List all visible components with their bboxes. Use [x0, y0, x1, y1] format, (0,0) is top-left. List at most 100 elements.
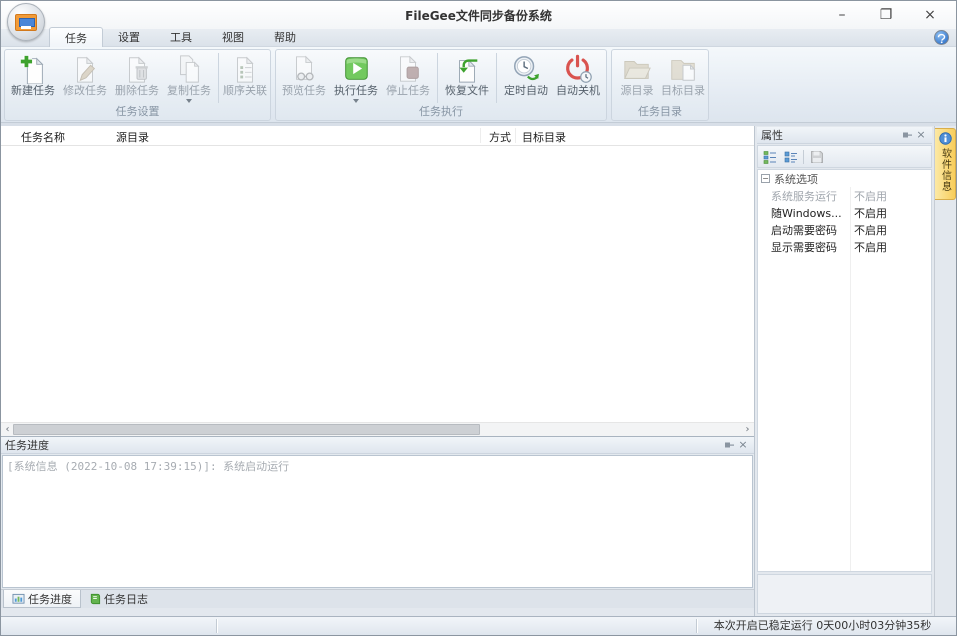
ribbon-tab-row: 任务 设置 工具 视图 帮助 — [1, 29, 956, 47]
uptime-status: 本次开启已稳定运行 0天00小时03分钟35秒 — [701, 617, 944, 635]
run-task-button[interactable]: 执行任务 — [330, 51, 382, 105]
tab-task-progress[interactable]: 任务进度 — [3, 590, 81, 608]
close-button[interactable]: × — [908, 1, 952, 29]
software-info-tab[interactable]: 软件信息 — [935, 128, 956, 200]
bottom-tab-bar: 任务进度 任务日志 — [1, 589, 754, 608]
property-name: 随Windows... — [771, 205, 850, 221]
preview-task-label: 预览任务 — [282, 84, 326, 97]
task-progress-header: 任务进度 × — [1, 437, 754, 454]
tab-help[interactable]: 帮助 — [259, 27, 311, 46]
left-column: 任务名称 源目录 方式 目标目录 ‹ › 任务进度 — [1, 126, 754, 616]
tree-group-label: 系统选项 — [774, 171, 818, 187]
statusbar-separator — [696, 619, 697, 633]
schedule-auto-label: 定时自动 — [504, 84, 548, 97]
scrollbar-thumb[interactable] — [13, 424, 480, 435]
target-dir-button[interactable]: 目标目录 — [660, 51, 706, 105]
maximize-button[interactable]: ❐ — [864, 1, 908, 29]
properties-toolbar — [757, 145, 932, 168]
app-logo-icon — [15, 14, 37, 31]
tab-task[interactable]: 任务 — [49, 27, 103, 47]
scroll-right-icon[interactable]: › — [741, 423, 754, 436]
close-panel-icon[interactable]: × — [736, 439, 750, 452]
ribbon-group-task-execution: 预览任务 执行任务 停止任务 — [275, 49, 607, 121]
run-task-dropdown-icon[interactable] — [353, 99, 359, 103]
sequence-link-button[interactable]: 顺序关联 — [222, 51, 268, 105]
ribbon-group-label: 任务执行 — [276, 105, 606, 120]
column-source-dir[interactable]: 源目录 — [116, 129, 149, 145]
property-value[interactable]: 不启用 — [850, 239, 887, 255]
ribbon-separator — [496, 53, 497, 103]
preview-task-button[interactable]: 预览任务 — [278, 51, 330, 105]
run-task-icon — [340, 54, 372, 84]
delete-task-icon — [121, 54, 153, 84]
log-line: [系统信息 (2022-10-08 17:39:15)]: 系统启动运行 — [7, 458, 748, 474]
restore-file-icon — [451, 54, 483, 84]
auto-shutdown-icon — [562, 54, 594, 84]
property-row-system-service[interactable]: 系统服务运行 不启用 — [758, 187, 931, 204]
app-menu-orb[interactable] — [7, 3, 45, 41]
right-tab-strip: 软件信息 — [934, 126, 956, 616]
new-task-button[interactable]: 新建任务 — [7, 51, 59, 105]
statusbar-separator — [216, 619, 217, 633]
source-dir-label: 源目录 — [621, 84, 654, 97]
pin-icon[interactable] — [722, 439, 736, 452]
tab-view[interactable]: 视图 — [207, 27, 259, 46]
ribbon-separator — [218, 53, 219, 103]
edit-task-icon — [69, 54, 101, 84]
task-progress-log[interactable]: [系统信息 (2022-10-08 17:39:15)]: 系统启动运行 — [2, 455, 753, 588]
column-separator[interactable] — [515, 128, 516, 143]
task-list-body[interactable] — [1, 146, 754, 422]
source-dir-folder-icon — [621, 54, 653, 84]
column-task-name[interactable]: 任务名称 — [21, 129, 65, 145]
property-value[interactable]: 不启用 — [850, 205, 887, 221]
sequence-link-icon — [229, 54, 261, 84]
close-panel-icon[interactable]: × — [914, 129, 928, 142]
pin-icon[interactable] — [900, 129, 914, 142]
tab-tools[interactable]: 工具 — [155, 27, 207, 46]
delete-task-button[interactable]: 删除任务 — [111, 51, 163, 105]
properties-description-box — [757, 574, 932, 614]
property-name: 启动需要密码 — [771, 222, 850, 238]
copy-task-dropdown-icon[interactable] — [186, 99, 192, 103]
column-separator[interactable] — [480, 128, 481, 143]
restore-file-label: 恢复文件 — [445, 84, 489, 97]
ribbon-separator — [437, 53, 438, 103]
source-dir-button[interactable]: 源目录 — [614, 51, 660, 105]
auto-shutdown-label: 自动关机 — [556, 84, 600, 97]
save-icon[interactable] — [808, 148, 825, 165]
restore-file-button[interactable]: 恢复文件 — [441, 51, 493, 105]
property-row-startup-password[interactable]: 启动需要密码 不启用 — [758, 221, 931, 238]
property-row-show-password[interactable]: 显示需要密码 不启用 — [758, 238, 931, 255]
tree-column-divider[interactable] — [850, 187, 851, 571]
modify-task-label: 修改任务 — [63, 84, 107, 97]
properties-title: 属性 — [761, 127, 783, 143]
new-task-label: 新建任务 — [11, 84, 55, 97]
column-target-dir[interactable]: 目标目录 — [522, 129, 566, 145]
log-book-icon — [89, 593, 101, 605]
property-value[interactable]: 不启用 — [850, 222, 887, 238]
column-method[interactable]: 方式 — [489, 129, 511, 145]
copy-task-button[interactable]: 复制任务 — [163, 51, 215, 105]
schedule-auto-button[interactable]: 定时自动 — [500, 51, 552, 105]
sequence-link-label: 顺序关联 — [223, 84, 267, 97]
properties-tree: − 系统选项 系统服务运行 不启用 随Windows... 不启用 启动需要密码… — [757, 169, 932, 572]
property-value[interactable]: 不启用 — [850, 188, 887, 204]
property-name: 显示需要密码 — [771, 239, 850, 255]
progress-chart-icon — [12, 593, 25, 605]
modify-task-button[interactable]: 修改任务 — [59, 51, 111, 105]
alphabetical-view-icon[interactable] — [782, 148, 799, 165]
copy-task-icon — [173, 54, 205, 84]
auto-shutdown-button[interactable]: 自动关机 — [552, 51, 604, 105]
help-icon[interactable] — [934, 30, 949, 45]
ribbon-group-label: 任务目录 — [612, 105, 708, 120]
tab-task-progress-label: 任务进度 — [28, 591, 72, 607]
tree-group-system-options[interactable]: − 系统选项 — [758, 170, 931, 187]
tab-task-log[interactable]: 任务日志 — [81, 590, 156, 608]
categorized-view-icon[interactable] — [761, 148, 778, 165]
collapse-icon[interactable]: − — [761, 174, 770, 183]
minimize-button[interactable]: – — [820, 1, 864, 29]
stop-task-icon — [392, 54, 424, 84]
stop-task-button[interactable]: 停止任务 — [382, 51, 434, 105]
tab-settings[interactable]: 设置 — [103, 27, 155, 46]
property-row-start-with-windows[interactable]: 随Windows... 不启用 — [758, 204, 931, 221]
